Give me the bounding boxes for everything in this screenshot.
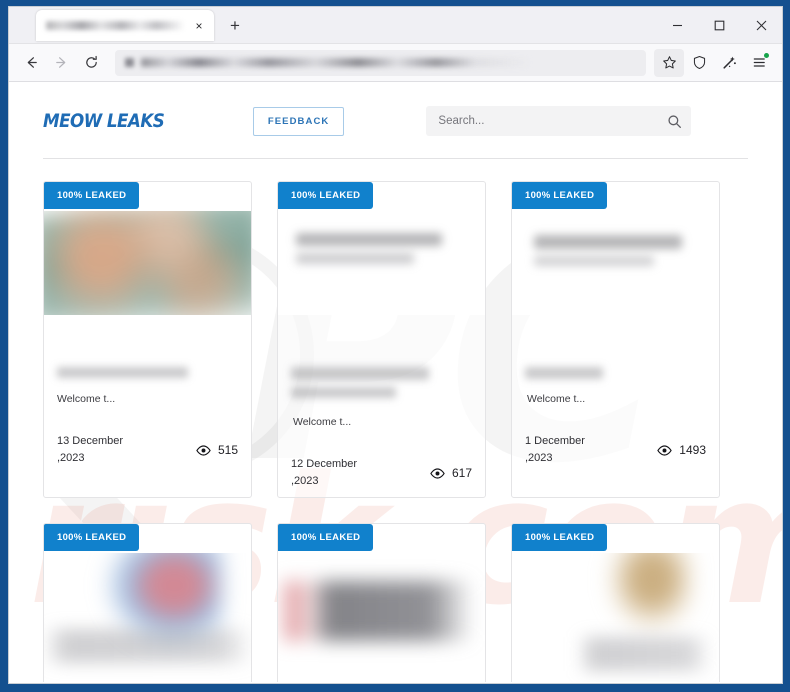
card-date: 12 December ,2023 bbox=[291, 458, 358, 488]
status-badge: 100% LEAKED bbox=[512, 524, 608, 551]
browser-window-content: × + MEOW LEAKS FEEDBACK Search... 100% L… bbox=[9, 7, 782, 683]
toolbar-icon-group bbox=[654, 48, 774, 77]
card-footer: 12 December ,2023 617 bbox=[291, 456, 472, 490]
card-body: Welcome t... 12 December ,2023 617 bbox=[278, 315, 485, 497]
card-title-blurred bbox=[525, 367, 603, 379]
bookmark-star-icon[interactable] bbox=[654, 48, 684, 77]
browser-toolbar bbox=[9, 44, 782, 82]
card-thumbnail bbox=[512, 211, 719, 315]
search-box[interactable] bbox=[426, 106, 692, 136]
card-thumbnail bbox=[44, 553, 251, 682]
status-badge: 100% LEAKED bbox=[278, 182, 374, 209]
leak-card[interactable]: 100% LEAKED Welcome t... 13 December ,20… bbox=[43, 181, 252, 498]
status-badge: 100% LEAKED bbox=[278, 524, 374, 551]
card-views: 617 bbox=[430, 466, 472, 480]
eye-icon bbox=[196, 444, 211, 456]
forward-arrow-icon[interactable] bbox=[47, 49, 75, 77]
sparkle-wand-icon[interactable] bbox=[714, 49, 744, 77]
card-body: Welcome t... 1 December ,2023 1493 bbox=[512, 315, 719, 497]
new-tab-button[interactable]: + bbox=[222, 13, 248, 39]
thumbnail-image-blurred bbox=[278, 581, 485, 641]
site-identity-icon bbox=[125, 58, 134, 67]
thumbnail-text-line bbox=[44, 629, 251, 663]
back-arrow-icon[interactable] bbox=[17, 49, 45, 77]
page-viewport: PC risk.com MEOW LEAKS FEEDBACK 100% LEA… bbox=[9, 82, 782, 682]
leak-card-grid-row2: 100% LEAKED 100% LEAKED 100% LEAKED bbox=[9, 498, 782, 682]
card-view-count: 617 bbox=[451, 466, 472, 481]
eye-icon bbox=[430, 467, 445, 479]
card-views: 1493 bbox=[657, 443, 706, 457]
leak-card[interactable]: 100% LEAKED Welcome t... 1 December ,202… bbox=[511, 181, 720, 498]
site-header: MEOW LEAKS FEEDBACK bbox=[9, 82, 782, 144]
thumbnail-image-blurred bbox=[608, 553, 693, 629]
tab-strip: × + bbox=[9, 7, 782, 44]
card-title-blurred bbox=[291, 367, 429, 380]
search-input[interactable] bbox=[426, 115, 658, 127]
card-body: Welcome t... 13 December ,2023 515 bbox=[44, 315, 251, 497]
browser-window: × + MEOW LEAKS FEEDBACK Search... 100% L… bbox=[0, 0, 790, 692]
thumbnail-text-line bbox=[296, 253, 414, 264]
leak-card[interactable]: 100% LEAKED bbox=[277, 523, 486, 682]
thumbnail-image-blurred bbox=[44, 211, 251, 315]
tab-close-icon[interactable]: × bbox=[190, 17, 208, 35]
close-button[interactable] bbox=[740, 7, 782, 44]
card-footer: 1 December ,2023 1493 bbox=[525, 433, 706, 467]
leak-card[interactable]: 100% LEAKED bbox=[511, 523, 720, 682]
card-excerpt: Welcome t... bbox=[57, 393, 116, 405]
card-thumbnail bbox=[44, 211, 251, 315]
leak-card[interactable]: 100% LEAKED Welcome t... 12 December ,20… bbox=[277, 181, 486, 498]
site-logo[interactable]: MEOW LEAKS bbox=[43, 110, 165, 132]
card-title-blurred bbox=[291, 387, 396, 398]
browser-tab-active[interactable]: × bbox=[36, 10, 214, 41]
feedback-button[interactable]: FEEDBACK bbox=[252, 106, 345, 136]
card-view-count: 515 bbox=[217, 443, 238, 458]
card-title-blurred bbox=[57, 367, 188, 378]
url-text-blurred bbox=[141, 58, 530, 67]
tab-title-blurred bbox=[46, 21, 184, 30]
card-excerpt: Welcome t... bbox=[293, 416, 352, 428]
thumbnail-text-line bbox=[572, 637, 715, 671]
status-badge: 100% LEAKED bbox=[44, 524, 140, 551]
window-controls bbox=[656, 7, 782, 44]
card-views: 515 bbox=[196, 443, 238, 457]
shield-icon[interactable] bbox=[684, 49, 714, 77]
app-menu-icon[interactable] bbox=[744, 49, 774, 77]
status-badge: 100% LEAKED bbox=[44, 182, 140, 209]
card-excerpt: Welcome t... bbox=[527, 393, 586, 405]
leak-card-grid: 100% LEAKED Welcome t... 13 December ,20… bbox=[9, 159, 782, 498]
reload-icon[interactable] bbox=[77, 49, 105, 77]
maximize-button[interactable] bbox=[698, 7, 740, 44]
menu-update-badge bbox=[764, 52, 769, 58]
card-date: 1 December ,2023 bbox=[525, 435, 585, 465]
card-footer: 13 December ,2023 515 bbox=[57, 433, 238, 467]
leak-card[interactable]: 100% LEAKED bbox=[43, 523, 252, 682]
card-thumbnail bbox=[278, 211, 485, 315]
thumbnail-text-line bbox=[296, 233, 442, 246]
card-view-count: 1493 bbox=[679, 443, 706, 458]
status-badge: 100% LEAKED bbox=[512, 182, 608, 209]
thumbnail-text-line bbox=[534, 235, 682, 249]
card-thumbnail bbox=[278, 553, 485, 682]
minimize-button[interactable] bbox=[656, 7, 698, 44]
address-bar[interactable] bbox=[115, 49, 646, 76]
thumbnail-text-line bbox=[534, 256, 654, 266]
eye-icon bbox=[657, 444, 673, 456]
card-date: 13 December ,2023 bbox=[57, 435, 124, 465]
card-thumbnail bbox=[512, 553, 719, 682]
search-icon[interactable] bbox=[657, 114, 691, 129]
